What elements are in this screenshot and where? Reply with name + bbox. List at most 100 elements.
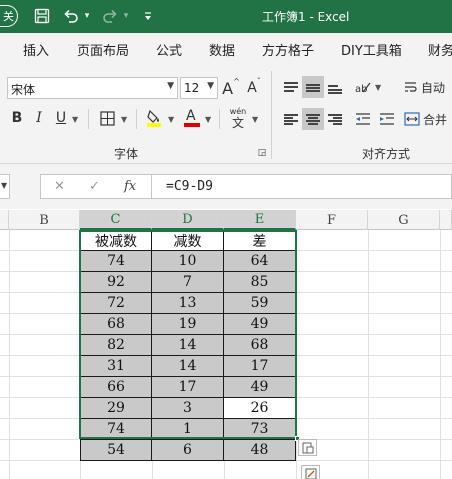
- borders-dropdown-icon[interactable]: ▼: [121, 115, 127, 124]
- table-cell-subtrahend-minuend[interactable]: 66: [80, 377, 152, 398]
- decrease-indent-icon[interactable]: [352, 108, 374, 130]
- worksheet-grid[interactable]: 被减数 减数差 74 10 64 92 7 85 72 13 59 68 19 49 82 14 68 31 14 1…: [0, 230, 452, 479]
- align-middle-icon[interactable]: [302, 76, 324, 98]
- tab-insert[interactable]: 插入: [23, 40, 49, 59]
- table-header-cell[interactable]: 减数: [152, 230, 224, 251]
- fill-color-icon[interactable]: [144, 107, 164, 129]
- wrap-text-button[interactable]: 自动: [404, 76, 452, 98]
- increase-indent-icon[interactable]: [376, 108, 398, 130]
- name-box-dropdown-icon[interactable]: ▼: [1, 181, 7, 190]
- table-cell-subtrahend[interactable]: 14: [152, 356, 224, 377]
- table-cell-subtrahend[interactable]: 19: [152, 314, 224, 335]
- font-color-letter: A: [186, 108, 196, 124]
- table-cell-subtrahend-minuend[interactable]: 54: [80, 440, 152, 461]
- column-gridline: [440, 230, 441, 479]
- table-cell-difference[interactable]: 26: [224, 398, 296, 419]
- paste-options-icon[interactable]: [298, 439, 317, 456]
- tab-fangfang[interactable]: 方方格子: [262, 40, 314, 59]
- table-cell-difference[interactable]: 64: [224, 251, 296, 272]
- bold-button[interactable]: B: [8, 107, 26, 129]
- tab-finance[interactable]: 财务: [428, 40, 452, 59]
- formula-input[interactable]: =C9-D9: [152, 174, 452, 199]
- tab-formulas[interactable]: 公式: [156, 40, 182, 59]
- table-cell-subtrahend[interactable]: 3: [152, 398, 224, 419]
- insert-function-icon[interactable]: fx: [124, 179, 136, 194]
- table-cell-subtrahend-minuend[interactable]: 74: [80, 251, 152, 272]
- undo-dropdown-icon[interactable]: ▾: [82, 5, 92, 27]
- align-center-icon[interactable]: [302, 108, 324, 130]
- tab-page-layout[interactable]: 页面布局: [77, 40, 129, 59]
- shrink-font-button[interactable]: Aˇ: [244, 77, 264, 99]
- ribbon-tabs: 插入 页面布局 公式 数据 方方格子 DIY工具箱 财务: [0, 33, 452, 63]
- column-header-d[interactable]: D: [152, 210, 224, 230]
- column-header-h[interactable]: [440, 210, 452, 230]
- align-left-icon[interactable]: [280, 108, 302, 130]
- save-icon[interactable]: [32, 5, 52, 27]
- table-cell-subtrahend[interactable]: 13: [152, 293, 224, 314]
- table-cell-subtrahend-minuend[interactable]: 72: [80, 293, 152, 314]
- font-color-icon[interactable]: A: [182, 107, 202, 129]
- table-cell-difference[interactable]: 59: [224, 293, 296, 314]
- enter-icon[interactable]: ✓: [89, 179, 100, 194]
- table-header-cell[interactable]: 被减数: [80, 230, 152, 251]
- table-header-cell[interactable]: 差: [224, 230, 296, 251]
- align-right-icon[interactable]: [324, 108, 346, 130]
- table-cell-difference[interactable]: 49: [224, 377, 296, 398]
- table-cell-subtrahend-minuend[interactable]: 82: [80, 335, 152, 356]
- tab-data[interactable]: 数据: [209, 40, 235, 59]
- font-name-select[interactable]: 宋体 ▼: [7, 77, 178, 99]
- cancel-icon[interactable]: ✕: [54, 179, 65, 194]
- autosave-toggle[interactable]: 关: [0, 5, 18, 27]
- column-header-f[interactable]: F: [296, 210, 368, 230]
- table-cell-subtrahend-minuend[interactable]: 74: [80, 419, 152, 440]
- font-size-select[interactable]: 12 ▼: [180, 77, 218, 99]
- orientation-dropdown-icon[interactable]: ▼: [375, 83, 381, 92]
- table-cell-subtrahend-minuend[interactable]: 31: [80, 356, 152, 377]
- table-cell-subtrahend-minuend[interactable]: 68: [80, 314, 152, 335]
- merge-center-button[interactable]: 合并: [404, 108, 452, 130]
- borders-icon[interactable]: [97, 108, 117, 128]
- undo-icon[interactable]: [61, 5, 81, 27]
- column-header-b[interactable]: B: [9, 210, 80, 230]
- chevron-down-icon: ▼: [167, 81, 174, 91]
- customize-toolbar-icon[interactable]: [142, 5, 154, 27]
- fill-color-dropdown-icon[interactable]: ▼: [168, 115, 174, 124]
- table-cell-subtrahend[interactable]: 7: [152, 272, 224, 293]
- column-header-e[interactable]: E: [224, 210, 296, 230]
- title-bar: 关 ▾ ▾ 工作簿1 - Excel: [0, 0, 452, 33]
- column-header-c[interactable]: C: [80, 210, 152, 230]
- table-cell-subtrahend[interactable]: 10: [152, 251, 224, 272]
- table-cell-subtrahend[interactable]: 6: [152, 440, 224, 461]
- font-dialog-launcher-icon[interactable]: ◲: [257, 148, 267, 158]
- redo-icon[interactable]: [100, 5, 120, 27]
- name-box[interactable]: ▼: [0, 174, 10, 199]
- select-all-corner[interactable]: [0, 210, 9, 230]
- table-cell-subtrahend-minuend[interactable]: 29: [80, 398, 152, 419]
- align-top-icon[interactable]: [280, 76, 302, 98]
- table-cell-difference[interactable]: 48: [224, 440, 296, 461]
- table-cell-subtrahend-minuend[interactable]: 92: [80, 272, 152, 293]
- quick-analysis-icon[interactable]: [301, 465, 320, 479]
- underline-dropdown-icon[interactable]: ▼: [72, 115, 78, 124]
- table-cell-difference[interactable]: 73: [224, 419, 296, 440]
- table-cell-subtrahend[interactable]: 17: [152, 377, 224, 398]
- table-cell-difference[interactable]: 68: [224, 335, 296, 356]
- table-cell-difference[interactable]: 49: [224, 314, 296, 335]
- font-color-dropdown-icon[interactable]: ▼: [205, 115, 211, 124]
- grow-font-button[interactable]: A ^: [221, 77, 241, 99]
- table-cell-subtrahend[interactable]: 14: [152, 335, 224, 356]
- table-cell-subtrahend[interactable]: 1: [152, 419, 224, 440]
- phonetic-dropdown-icon[interactable]: ▼: [252, 115, 258, 124]
- alignment-group-label: 对齐方式: [362, 147, 411, 161]
- column-header-g[interactable]: G: [368, 210, 440, 230]
- table-cell-difference[interactable]: 17: [224, 356, 296, 377]
- tab-diy-toolbox[interactable]: DIY工具箱: [341, 40, 402, 59]
- phonetic-icon[interactable]: wén 文: [227, 105, 249, 131]
- table-cell-difference[interactable]: 85: [224, 272, 296, 293]
- redo-dropdown-icon[interactable]: ▾: [121, 5, 131, 27]
- orientation-icon[interactable]: ab: [352, 76, 374, 98]
- align-bottom-icon[interactable]: [324, 76, 346, 98]
- underline-button[interactable]: U: [52, 107, 70, 129]
- italic-button[interactable]: I: [30, 107, 48, 129]
- shrink-font-icon: A: [247, 80, 257, 96]
